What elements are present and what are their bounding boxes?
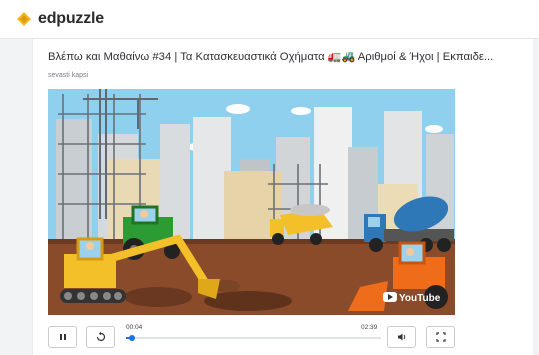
- title-emojis: 🚛🚜: [327, 51, 356, 63]
- puzzle-logo-icon: [17, 12, 31, 26]
- replay-icon: [96, 331, 105, 342]
- player-controls: 00:04 02:39: [48, 322, 455, 352]
- pause-button[interactable]: [48, 326, 77, 348]
- video-author: sevasti kapsi: [48, 72, 89, 79]
- video-card: Βλέπω και Μαθαίνω #34 | Τα Κατασκευαστικ…: [32, 39, 533, 355]
- progress-track[interactable]: [126, 335, 381, 341]
- replay-button[interactable]: [86, 326, 115, 348]
- volume-button[interactable]: [387, 326, 416, 348]
- volume-icon: [397, 333, 405, 341]
- edpuzzle-logo[interactable]: edpuzzle: [14, 9, 104, 29]
- current-time: 00:04: [126, 324, 143, 331]
- video-frame: YouTube: [48, 89, 455, 315]
- brand-name: edpuzzle: [38, 10, 104, 27]
- progress-handle[interactable]: [129, 335, 136, 341]
- youtube-watermark-text: YouTube: [399, 293, 441, 304]
- fullscreen-button[interactable]: [426, 326, 455, 348]
- fullscreen-icon: [435, 332, 446, 342]
- video-title: Βλέπω και Μαθαίνω #34 | Τα Κατασκευαστικ…: [48, 50, 528, 63]
- video-title-suffix: Αριθμοί & Ήχοι | Εκπαιδε...: [357, 51, 494, 63]
- video-player[interactable]: YouTube: [48, 89, 455, 315]
- top-bar: edpuzzle: [0, 0, 539, 39]
- pause-icon: [59, 334, 66, 340]
- video-title-text: Βλέπω και Μαθαίνω #34 | Τα Κατασκευαστικ…: [48, 51, 325, 63]
- duration: 02:39: [361, 324, 378, 331]
